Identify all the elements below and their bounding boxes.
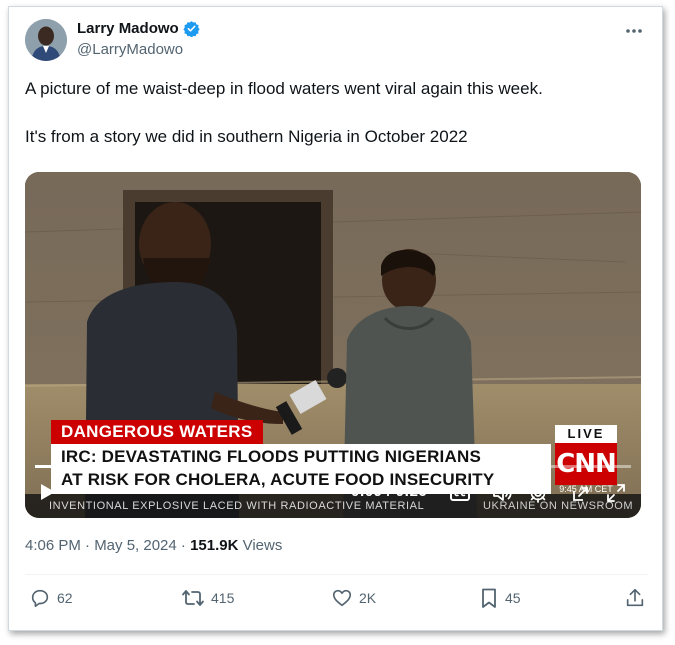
share-icon <box>626 588 644 607</box>
ticker-text: INVENTIONAL EXPLOSIVE LACED WITH RADIOAC… <box>49 500 425 512</box>
time-readout: 0:09 / 0:26 <box>351 483 427 500</box>
headline-box: IRC: DEVASTATING FLOODS PUTTING NIGERIAN… <box>51 444 551 494</box>
tweet-meta: 4:06 PM · May 5, 2024 · 151.9K Views <box>25 537 282 554</box>
bookmark-count: 45 <box>505 590 521 606</box>
bookmark-button[interactable]: 45 <box>479 587 521 609</box>
progress-bar[interactable] <box>35 465 631 468</box>
like-count: 2K <box>359 590 377 606</box>
settings-button[interactable] <box>527 482 549 504</box>
timestamp[interactable]: 4:06 PM · May 5, 2024 · <box>25 537 190 554</box>
tweet-text: A picture of me waist-deep in flood wate… <box>25 77 645 149</box>
fullscreen-button[interactable] <box>605 482 627 504</box>
captions-button[interactable] <box>449 482 471 504</box>
views-count: 151.9K <box>190 537 239 554</box>
action-bar: 62 415 2K 45 <box>25 587 648 617</box>
volume-button[interactable] <box>491 482 513 504</box>
time-total: 0:26 <box>395 483 427 500</box>
author-display-name[interactable]: Larry Madowo <box>77 20 179 37</box>
author-name-row[interactable]: Larry Madowo <box>77 20 200 38</box>
reply-icon <box>31 589 49 608</box>
play-button[interactable] <box>37 482 57 502</box>
network-bug: LIVE CNN <box>555 425 617 485</box>
volume-icon <box>493 485 512 501</box>
banner-label: DANGEROUS WATERS <box>51 420 263 444</box>
fullscreen-icon <box>607 484 625 502</box>
progress-fill <box>35 465 244 468</box>
more-icon <box>626 29 642 33</box>
more-button[interactable] <box>622 21 646 41</box>
repost-button[interactable]: 415 <box>181 587 234 609</box>
headline-line-2: AT RISK FOR CHOLERA, ACUTE FOOD INSECURI… <box>61 470 495 489</box>
live-label: LIVE <box>555 425 617 443</box>
author-handle[interactable]: @LarryMadowo <box>77 41 183 58</box>
play-icon <box>41 484 55 500</box>
heart-icon <box>332 589 352 607</box>
repost-count: 415 <box>211 590 235 606</box>
time-separator: / <box>386 483 396 500</box>
time-current: 0:09 <box>351 483 383 500</box>
avatar[interactable] <box>25 19 67 61</box>
verified-badge-icon <box>183 20 200 38</box>
captions-icon <box>450 485 470 501</box>
tweet-text-line-2: It's from a story we did in southern Nig… <box>25 127 468 146</box>
share-button[interactable] <box>624 587 646 609</box>
bookmark-icon <box>482 588 496 608</box>
divider <box>25 574 648 575</box>
views-label: Views <box>238 537 283 554</box>
reply-button[interactable]: 62 <box>29 587 73 609</box>
picture-in-picture-icon <box>573 487 588 501</box>
repost-icon <box>182 590 204 606</box>
tweet-card: Larry Madowo @LarryMadowo A picture of m… <box>8 6 663 631</box>
tweet-text-line-1: A picture of me waist-deep in flood wate… <box>25 79 543 98</box>
network-logo: CNN <box>555 443 617 485</box>
gear-icon <box>528 483 548 503</box>
reply-count: 62 <box>57 590 73 606</box>
picture-in-picture-button[interactable] <box>571 482 593 504</box>
video-player[interactable]: DANGEROUS WATERS IRC: DEVASTATING FLOODS… <box>25 172 641 518</box>
like-button[interactable]: 2K <box>331 587 376 609</box>
